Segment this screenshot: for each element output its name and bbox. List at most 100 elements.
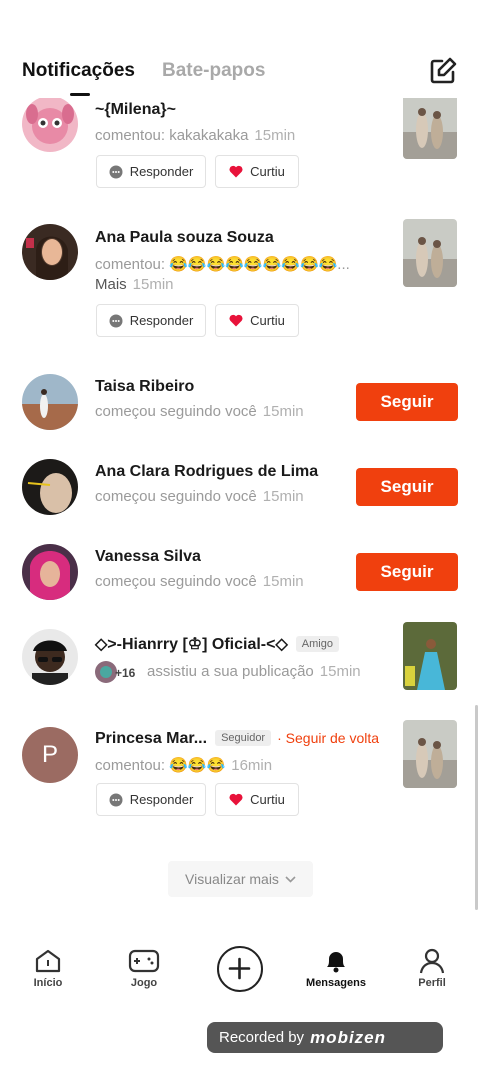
like-label: Curtiu	[250, 313, 285, 328]
gamepad-icon	[128, 949, 160, 973]
nav-profile-label: Perfil	[418, 977, 446, 989]
heart-icon	[229, 165, 243, 178]
action-text: começou seguindo você	[95, 573, 257, 590]
viewer-avatar	[95, 661, 117, 683]
tab-notifications[interactable]: Notificações	[22, 60, 135, 82]
avatar[interactable]	[22, 459, 78, 515]
home-icon	[35, 949, 61, 973]
chevron-down-icon	[285, 875, 296, 883]
avatar[interactable]	[22, 374, 78, 430]
friend-badge: Amigo	[295, 636, 339, 652]
bottom-nav: Início Jogo Mensagens Perfil	[0, 932, 480, 1012]
timestamp: 15min	[262, 573, 304, 590]
view-more-label: Visualizar mais	[185, 871, 279, 887]
recorded-text: Recorded by	[219, 1029, 305, 1046]
follower-badge: Seguidor	[215, 730, 272, 746]
avatar[interactable]	[22, 544, 78, 600]
like-button[interactable]: Curtiu	[215, 155, 299, 188]
action-text: comentou: 😂😂😂	[95, 757, 226, 774]
notification-text: comentou: 😂😂😂 16min	[95, 756, 272, 774]
timestamp: 15min	[262, 488, 304, 505]
plus-icon	[228, 957, 251, 980]
timestamp: 15min	[319, 663, 361, 680]
avatar[interactable]: P	[22, 727, 78, 783]
like-button[interactable]: Curtiu	[215, 304, 299, 337]
header: Notificações Bate-papos	[0, 0, 480, 98]
nav-game[interactable]: Jogo	[104, 932, 184, 1002]
view-more-button[interactable]: Visualizar mais	[168, 861, 313, 897]
action-text: começou seguindo você	[95, 488, 257, 505]
like-label: Curtiu	[250, 792, 285, 807]
nav-messages[interactable]: Mensagens	[296, 932, 376, 1002]
user-name[interactable]: ~{Milena}~	[95, 101, 176, 119]
avatar[interactable]	[22, 629, 78, 685]
notification-text: comentou: kakakakaka 15min	[95, 127, 295, 144]
action-text: assistiu a sua publicação	[147, 663, 314, 680]
nav-game-label: Jogo	[130, 977, 158, 989]
more-link[interactable]: Mais	[95, 276, 127, 293]
notification-text: começou seguindo você 15min	[95, 573, 304, 590]
user-name-text[interactable]: ◇>-Hianrry [♔] Oficial-<◇	[95, 636, 288, 653]
notification-text: começou seguindo você 15min	[95, 403, 304, 420]
timestamp: 15min	[262, 403, 304, 420]
tab-chats[interactable]: Bate-papos	[162, 60, 265, 82]
create-button[interactable]	[217, 946, 263, 992]
follow-button[interactable]: Seguir	[356, 553, 458, 591]
reply-button[interactable]: Responder	[96, 304, 206, 337]
recorder-logo: mobizen	[310, 1027, 387, 1047]
post-thumbnail[interactable]	[403, 92, 457, 159]
compose-icon[interactable]	[428, 56, 458, 86]
notification-text: começou seguindo você 15min	[95, 488, 304, 505]
viewer-count: +16	[115, 666, 136, 680]
nav-profile[interactable]: Perfil	[392, 932, 472, 1002]
like-button[interactable]: Curtiu	[215, 783, 299, 816]
reply-button[interactable]: Responder	[96, 155, 206, 188]
follow-back-link[interactable]: · Seguir de volta	[277, 730, 379, 746]
nav-home[interactable]: Início	[8, 932, 88, 1002]
recorder-watermark: Recorded by mobizen	[207, 1022, 443, 1053]
timestamp: 15min	[254, 127, 296, 144]
reply-label: Responder	[129, 792, 194, 807]
notification-text: assistiu a sua publicação 15min	[147, 663, 361, 680]
list-item[interactable]: Vanessa Silva começou seguindo você 15min…	[0, 543, 480, 603]
post-thumbnail[interactable]	[403, 622, 457, 690]
user-name[interactable]: ◇>-Hianrry [♔] Oficial-<◇ Amigo	[95, 634, 339, 654]
scrollbar[interactable]	[475, 705, 478, 910]
reply-label: Responder	[129, 164, 194, 179]
list-item[interactable]: Ana Paula souza Souza comentou: 😂😂😂😂😂😂😂😂…	[0, 218, 480, 348]
viewers-group[interactable]: +16	[95, 661, 139, 685]
avatar[interactable]	[22, 96, 78, 152]
user-name[interactable]: Ana Clara Rodrigues de Lima	[95, 463, 318, 481]
reply-button[interactable]: Responder	[96, 783, 206, 816]
chat-bubble-icon	[109, 165, 123, 178]
post-thumbnail[interactable]	[403, 720, 457, 788]
user-name[interactable]: Vanessa Silva	[95, 548, 201, 566]
chat-bubble-icon	[109, 793, 123, 806]
user-name[interactable]: Taisa Ribeiro	[95, 378, 194, 396]
user-name[interactable]: Ana Paula souza Souza	[95, 229, 274, 247]
list-item[interactable]: ◇>-Hianrry [♔] Oficial-<◇ Amigo +16 assis…	[0, 622, 480, 698]
heart-icon	[229, 314, 243, 327]
chat-bubble-icon	[109, 314, 123, 327]
list-item[interactable]: Ana Clara Rodrigues de Lima começou segu…	[0, 458, 480, 518]
timestamp: 16min	[231, 757, 273, 774]
nav-messages-label: Mensagens	[306, 977, 366, 989]
follow-button[interactable]: Seguir	[356, 468, 458, 506]
avatar[interactable]	[22, 224, 78, 280]
follow-button[interactable]: Seguir	[356, 383, 458, 421]
user-name[interactable]: Princesa Mar... Seguidor · Seguir de volta	[95, 730, 379, 748]
list-item[interactable]: P Princesa Mar... Seguidor · Seguir de vol…	[0, 720, 480, 821]
nav-home-label: Início	[33, 977, 63, 989]
user-name-text[interactable]: Princesa Mar...	[95, 730, 207, 747]
post-thumbnail[interactable]	[403, 219, 457, 287]
list-item[interactable]: Taisa Ribeiro começou seguindo você 15min…	[0, 373, 480, 433]
notification-text: Mais 15min	[95, 276, 174, 293]
comment-text: comentou: 😂😂😂😂😂😂😂😂😂...	[95, 256, 350, 273]
timestamp: 15min	[132, 276, 174, 293]
list-item[interactable]: ~{Milena}~ comentou: kakakakaka 15min Res…	[0, 92, 480, 198]
user-icon	[419, 948, 445, 974]
like-label: Curtiu	[250, 164, 285, 179]
reply-label: Responder	[129, 313, 194, 328]
action-text: comentou: kakakakaka	[95, 127, 249, 144]
bell-icon	[327, 952, 345, 973]
